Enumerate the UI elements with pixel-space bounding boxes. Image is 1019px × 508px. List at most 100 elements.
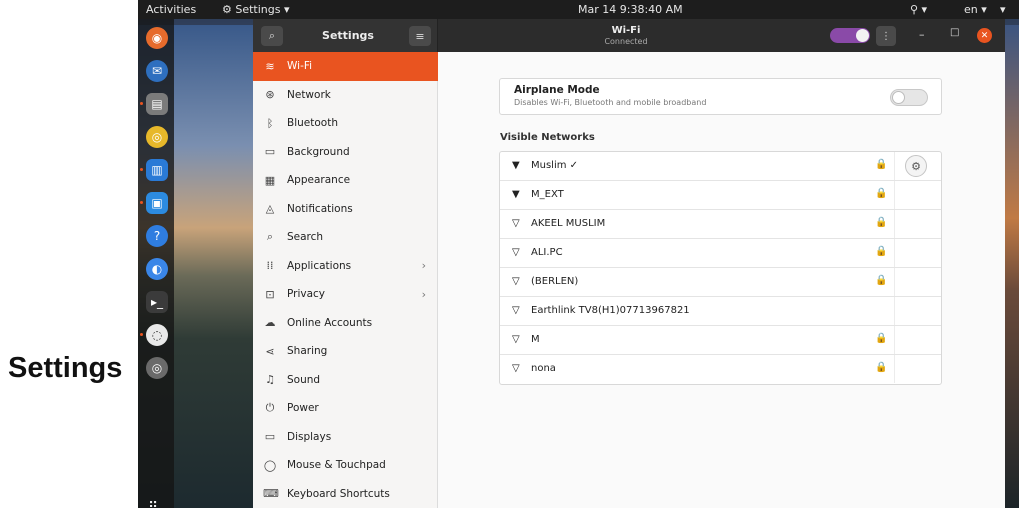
page-subtitle: Connected <box>604 37 648 46</box>
rhythmbox-icon[interactable]: ◎ <box>146 126 168 148</box>
network-row[interactable]: ▽ Earthlink TV8(H1)07713967821 <box>500 297 941 326</box>
sidebar-item-search[interactable]: ⌕ Search <box>253 223 438 252</box>
wifi-signal-icon: ▽ <box>512 363 520 374</box>
airplane-mode-knob <box>892 91 905 104</box>
wallpaper-right <box>1005 25 1019 508</box>
lock-icon: 🔒 <box>875 159 888 170</box>
sidebar-item-label: Mouse & Touchpad <box>287 459 386 472</box>
thunderbird-icon[interactable]: ✉ <box>146 60 168 82</box>
visible-networks-heading: Visible Networks <box>500 132 595 143</box>
system-menu[interactable]: ▾ <box>1000 3 1006 16</box>
online-accounts-icon: ☁ <box>264 316 276 330</box>
sidebar-item-label: Power <box>287 402 319 415</box>
language-menu[interactable]: en ▾ <box>964 3 987 16</box>
network-row[interactable]: ▽ (BERLEN) 🔒 <box>500 268 941 297</box>
more-options-icon[interactable]: ⋮ <box>876 26 896 46</box>
page-title: Wi-Fi <box>611 25 641 36</box>
sidebar-item-keyboard-shortcuts[interactable]: ⌨ Keyboard Shortcuts <box>253 480 438 508</box>
sidebar-item-sound[interactable]: ♫ Sound <box>253 366 438 395</box>
lock-icon: 🔒 <box>875 246 888 257</box>
dock: ◉ ✉ ▤ ◎ ▥ ▣ ? ◐ ▸_ ◌ ◎ ⠿ <box>138 19 174 508</box>
sidebar-item-bluetooth[interactable]: ᛒ Bluetooth <box>253 109 438 138</box>
sidebar-item-label: Notifications <box>287 202 353 215</box>
wifi-signal-icon: ▽ <box>512 305 520 316</box>
sidebar-item-background[interactable]: ▭ Background <box>253 138 438 167</box>
sidebar-item-label: Privacy <box>287 288 326 301</box>
sharing-icon: ⋖ <box>265 344 275 358</box>
sidebar-item-wi-fi[interactable]: ≋ Wi-Fi <box>253 52 438 81</box>
sidebar-item-notifications[interactable]: ◬ Notifications <box>253 195 438 224</box>
network-row[interactable]: ▼ M_EXT 🔒 <box>500 181 941 210</box>
row-divider <box>894 181 895 209</box>
terminal-icon[interactable]: ▸_ <box>146 291 168 313</box>
sidebar-item-applications[interactable]: ⁞⁞ Applications › <box>253 252 438 281</box>
wifi-signal-icon: ▽ <box>512 276 520 287</box>
show-applications-icon[interactable]: ⠿ <box>148 500 158 508</box>
sidebar-item-label: Applications <box>287 259 352 272</box>
sidebar-item-mouse-touchpad[interactable]: ◯ Mouse & Touchpad <box>253 451 438 480</box>
wifi-signal-icon: ▼ <box>512 189 520 200</box>
search-icon[interactable]: ⌕ <box>261 26 283 46</box>
writer-icon[interactable]: ▥ <box>146 159 168 181</box>
sidebar-item-privacy[interactable]: ⊡ Privacy › <box>253 280 438 309</box>
clock[interactable]: Mar 14 9:38:40 AM <box>578 3 683 16</box>
sidebar-item-appearance[interactable]: ▦ Appearance <box>253 166 438 195</box>
network-row[interactable]: ▽ ALI.PC 🔒 <box>500 239 941 268</box>
chevron-right-icon: › <box>421 259 426 273</box>
accessibility-menu[interactable]: ⚲ ▾ <box>910 3 927 16</box>
maximize-icon[interactable]: □ <box>950 27 959 38</box>
chromium-icon[interactable]: ◐ <box>146 258 168 280</box>
sidebar-item-label: Wi-Fi <box>287 60 313 73</box>
files-icon[interactable]: ▤ <box>146 93 168 115</box>
help-icon[interactable]: ? <box>146 225 168 247</box>
row-divider <box>894 355 895 383</box>
firefox-icon[interactable]: ◉ <box>146 27 168 49</box>
hamburger-menu-icon[interactable]: ≡ <box>409 26 431 46</box>
sidebar-item-label: Sound <box>287 373 321 386</box>
header-bar: ⌕ Settings ≡ Wi-Fi Connected ⋮ – □ ✕ <box>253 19 1005 52</box>
sidebar-item-displays[interactable]: ▭ Displays <box>253 423 438 452</box>
sidebar-item-label: Sharing <box>287 345 328 358</box>
appearance-icon: ▦ <box>264 173 276 187</box>
sidebar: ≋ Wi-Fi ⊛ Network ᛒ Bluetooth ▭ Background ▦ Appe… <box>253 52 438 508</box>
wifi-signal-icon: ▼ <box>512 160 520 171</box>
network-name: ALI.PC <box>531 247 563 258</box>
software-icon[interactable]: ▣ <box>146 192 168 214</box>
mouse-touchpad-icon: ◯ <box>263 458 277 472</box>
app-menu[interactable]: ⚙ Settings ▾ <box>222 3 290 16</box>
row-divider <box>894 326 895 354</box>
wifi-signal-icon: ▽ <box>512 247 520 258</box>
sidebar-item-power[interactable]: ⏻ Power <box>253 394 438 423</box>
sidebar-item-label: Network <box>287 88 331 101</box>
search-icon: ⌕ <box>266 230 274 244</box>
network-row[interactable]: ▼ Muslim ✓ 🔒 ⚙ <box>500 152 941 181</box>
wifi-toggle[interactable] <box>830 28 870 43</box>
wifi-signal-icon: ▽ <box>512 334 520 345</box>
sidebar-item-label: Bluetooth <box>287 117 338 130</box>
sidebar-item-sharing[interactable]: ⋖ Sharing <box>253 337 438 366</box>
privacy-icon: ⊡ <box>265 287 275 301</box>
sound-icon: ♫ <box>265 373 275 387</box>
sidebar-item-online-accounts[interactable]: ☁ Online Accounts <box>253 309 438 338</box>
sidebar-item-network[interactable]: ⊛ Network <box>253 81 438 110</box>
lock-icon: 🔒 <box>875 275 888 286</box>
minimize-icon[interactable]: – <box>919 28 925 41</box>
network-name: Earthlink TV8(H1)07713967821 <box>531 305 690 316</box>
network-settings-gear-icon[interactable]: ⚙ <box>905 155 927 177</box>
displays-icon: ▭ <box>264 430 276 444</box>
settings-window: ⌕ Settings ≡ Wi-Fi Connected ⋮ – □ ✕ ≋ Wi… <box>253 19 1005 508</box>
lock-icon: 🔒 <box>875 188 888 199</box>
row-divider <box>894 210 895 238</box>
airplane-mode-switch[interactable] <box>890 89 928 106</box>
network-row[interactable]: ▽ AKEEL MUSLIM 🔒 <box>500 210 941 239</box>
chat-icon[interactable]: ◌ <box>146 324 168 346</box>
wifi-toggle-knob <box>856 29 869 42</box>
close-icon[interactable]: ✕ <box>977 28 992 43</box>
airplane-mode-card: Airplane Mode Disables Wi-Fi, Bluetooth … <box>499 78 942 115</box>
settings-icon[interactable]: ◎ <box>146 357 168 379</box>
activities-button[interactable]: Activities <box>146 3 196 16</box>
network-name: nona <box>531 363 556 374</box>
network-row[interactable]: ▽ M 🔒 <box>500 326 941 355</box>
network-row[interactable]: ▽ nona 🔒 <box>500 355 941 384</box>
top-bar: Activities ⚙ Settings ▾ Mar 14 9:38:40 A… <box>138 0 1019 19</box>
